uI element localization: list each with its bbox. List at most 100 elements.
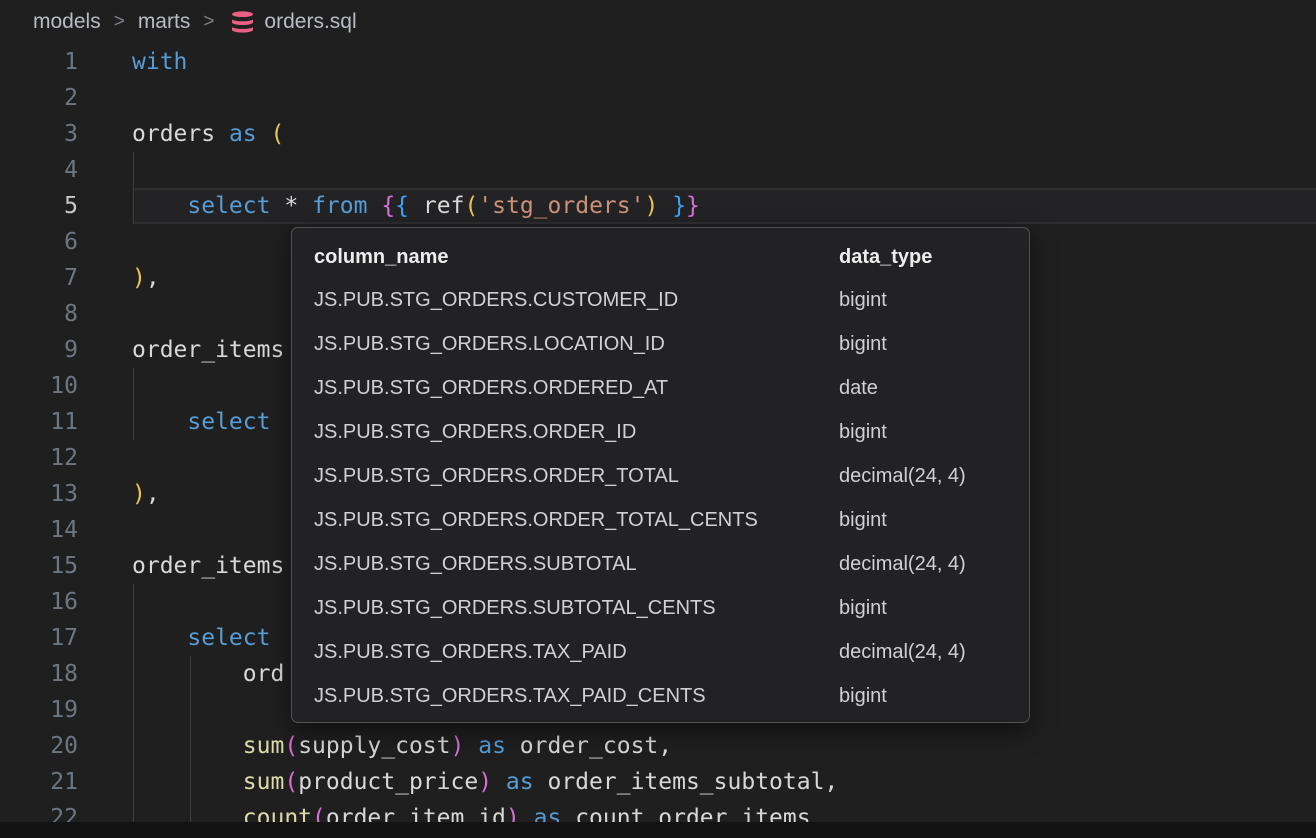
code-line[interactable]: 20 sum(supply_cost) as order_cost, [0, 728, 1316, 764]
token: 'stg_orders' [478, 193, 644, 219]
chevron-right-icon: > [203, 11, 214, 33]
token: select [187, 193, 270, 219]
code-line[interactable]: 21 sum(product_price) as order_items_sub… [0, 764, 1316, 800]
token: sum [243, 733, 285, 759]
popup-cell-column-name: JS.PUB.STG_ORDERS.SUBTOTAL_CENTS [314, 597, 839, 620]
popup-cell-data-type: bigint [839, 685, 1029, 708]
token: ) [132, 481, 146, 507]
code-text: sum(product_price) as order_items_subtot… [132, 769, 838, 795]
popup-cell-data-type: date [839, 377, 1029, 400]
token: product_price [298, 769, 478, 795]
line-number: 6 [0, 229, 78, 255]
line-number: 1 [0, 49, 78, 75]
column-preview-popup: column_name data_type JS.PUB.STG_ORDERS.… [291, 227, 1030, 723]
code-text: ), [132, 265, 160, 291]
code-text: select * from {{ ref('stg_orders') }} [132, 193, 700, 219]
token: ) [478, 769, 492, 795]
code-line[interactable]: 5 select * from {{ ref('stg_orders') }} [0, 188, 1316, 224]
line-number: 19 [0, 697, 78, 723]
token: orders [132, 121, 215, 147]
token: order_cost, [520, 733, 672, 759]
breadcrumb-file-name[interactable]: orders.sql [264, 10, 356, 34]
line-number: 14 [0, 517, 78, 543]
code-text: sum(supply_cost) as order_cost, [132, 733, 672, 759]
popup-row: JS.PUB.STG_ORDERS.ORDERED_ATdate [292, 366, 1029, 410]
token: as [229, 121, 257, 147]
token [298, 193, 312, 219]
popup-cell-data-type: decimal(24, 4) [839, 553, 1029, 576]
token: select [187, 625, 270, 651]
code-text: count(order_item_id) as count_order_item… [132, 805, 811, 822]
token: select [187, 409, 270, 435]
chevron-right-icon: > [114, 11, 125, 33]
popup-cell-column-name: JS.PUB.STG_ORDERS.TAX_PAID_CENTS [314, 685, 839, 708]
token: ( [284, 769, 298, 795]
line-number: 3 [0, 121, 78, 147]
popup-cell-data-type: decimal(24, 4) [839, 641, 1029, 664]
breadcrumb: models > marts > orders.sql [0, 0, 1316, 44]
line-number: 22 [0, 805, 78, 822]
line-number: 18 [0, 661, 78, 687]
token: ord [243, 661, 285, 687]
breadcrumb-item-marts[interactable]: marts [138, 10, 191, 34]
token: supply_cost [298, 733, 450, 759]
token: count [243, 805, 312, 822]
line-number: 4 [0, 157, 78, 183]
token [257, 121, 271, 147]
token: , [146, 481, 160, 507]
token [367, 193, 381, 219]
line-number: 12 [0, 445, 78, 471]
popup-header-data-type: data_type [839, 246, 1029, 269]
popup-row: JS.PUB.STG_ORDERS.SUBTOTAL_CENTSbigint [292, 586, 1029, 630]
popup-cell-data-type: bigint [839, 333, 1029, 356]
line-number: 11 [0, 409, 78, 435]
code-line[interactable]: 22 count(order_item_id) as count_order_i… [0, 800, 1316, 822]
line-number: 13 [0, 481, 78, 507]
line-number: 21 [0, 769, 78, 795]
popup-row: JS.PUB.STG_ORDERS.CUSTOMER_IDbigint [292, 278, 1029, 322]
code-text: orders as ( [132, 121, 284, 147]
popup-row: JS.PUB.STG_ORDERS.ORDER_TOTALdecimal(24,… [292, 454, 1029, 498]
popup-cell-data-type: bigint [839, 421, 1029, 444]
token: } [686, 193, 700, 219]
token: { [395, 193, 409, 219]
popup-cell-data-type: bigint [839, 597, 1029, 620]
token: order_items [132, 337, 284, 363]
line-number: 2 [0, 85, 78, 111]
code-line[interactable]: 2 [0, 80, 1316, 116]
line-number: 20 [0, 733, 78, 759]
popup-cell-column-name: JS.PUB.STG_ORDERS.LOCATION_ID [314, 333, 839, 356]
token: { [381, 193, 395, 219]
token: , [146, 265, 160, 291]
token: ) [506, 805, 520, 822]
code-line[interactable]: 4 [0, 152, 1316, 188]
popup-cell-column-name: JS.PUB.STG_ORDERS.CUSTOMER_ID [314, 289, 839, 312]
token: as [478, 733, 506, 759]
token: ref [423, 193, 465, 219]
popup-header-column-name: column_name [314, 246, 839, 269]
token: ) [644, 193, 658, 219]
token: order_item_id [326, 805, 506, 822]
line-number: 17 [0, 625, 78, 651]
popup-rows: JS.PUB.STG_ORDERS.CUSTOMER_IDbigintJS.PU… [292, 278, 1029, 718]
token: order_items_subtotal, [547, 769, 838, 795]
token: as [506, 769, 534, 795]
line-number: 15 [0, 553, 78, 579]
popup-cell-column-name: JS.PUB.STG_ORDERS.TAX_PAID [314, 641, 839, 664]
code-text: select [132, 409, 270, 435]
token: ( [312, 805, 326, 822]
token: order_items [132, 553, 284, 579]
code-line[interactable]: 3 orders as ( [0, 116, 1316, 152]
popup-cell-column-name: JS.PUB.STG_ORDERS.ORDER_ID [314, 421, 839, 444]
code-text: select [132, 625, 270, 651]
popup-row: JS.PUB.STG_ORDERS.ORDER_IDbigint [292, 410, 1029, 454]
token [506, 733, 520, 759]
line-number: 5 [0, 193, 78, 219]
token: count_order_items [575, 805, 810, 822]
code-line[interactable]: 1 with [0, 44, 1316, 80]
token: with [132, 49, 187, 75]
token [270, 193, 284, 219]
line-number: 10 [0, 373, 78, 399]
breadcrumb-item-models[interactable]: models [33, 10, 101, 34]
token [520, 805, 534, 822]
